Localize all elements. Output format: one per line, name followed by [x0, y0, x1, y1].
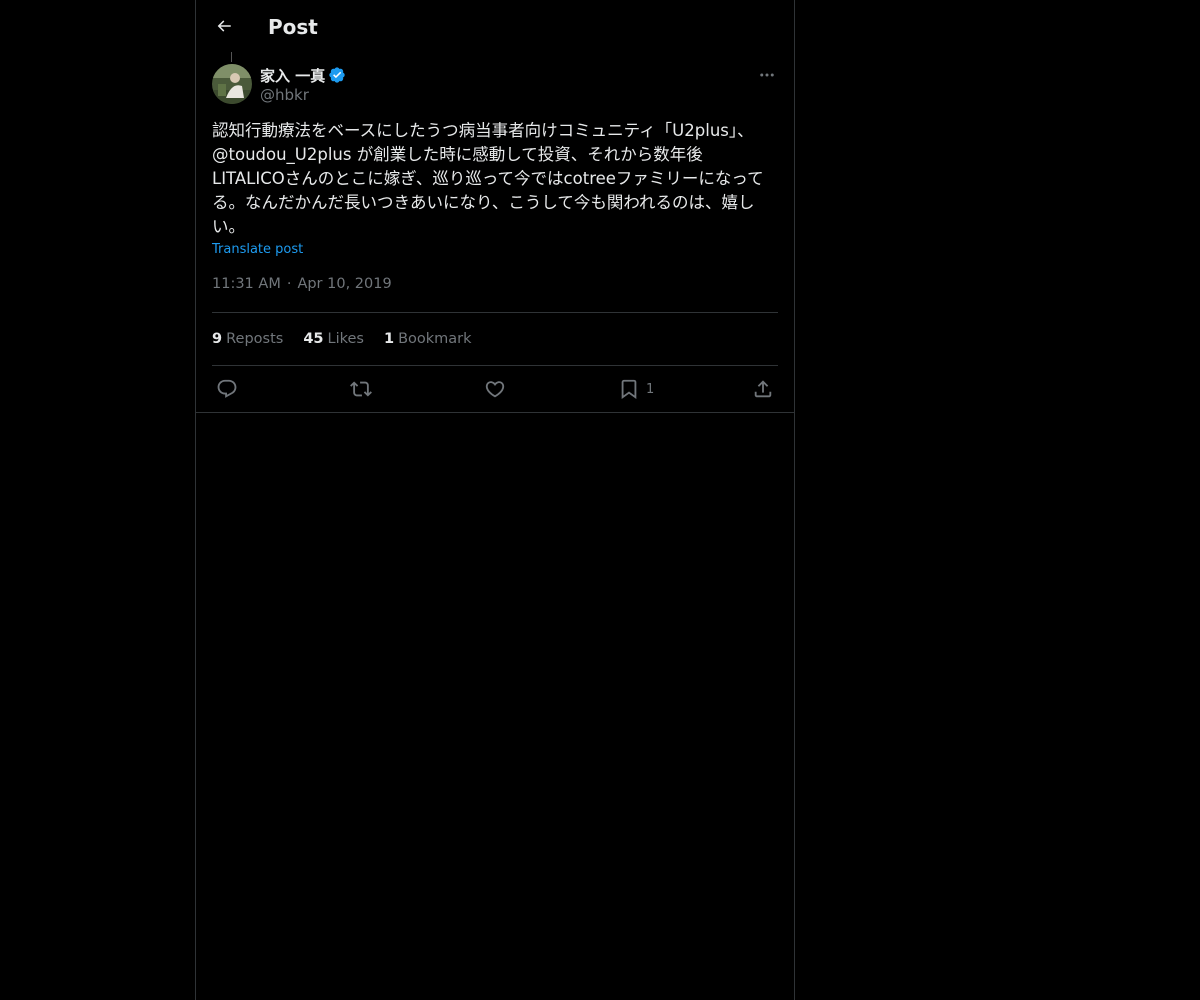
post-timestamp[interactable]: 11:31 AM · Apr 10, 2019 [212, 276, 392, 292]
author-handle[interactable]: @hbkr [260, 86, 309, 104]
thread-connector [231, 52, 232, 62]
reposts-count: 9 [212, 331, 223, 347]
likes-stat[interactable]: 45 Likes [303, 329, 364, 349]
arrow-left-icon [215, 17, 233, 35]
back-button[interactable] [210, 12, 238, 40]
share-icon [752, 378, 774, 400]
post-time: 11:31 AM [212, 276, 281, 292]
page-title: Post [268, 15, 318, 39]
translate-post-link[interactable]: Translate post [212, 242, 303, 257]
post-stats: 9 Reposts 45 Likes 1 Bookmark [212, 329, 492, 349]
divider [196, 412, 794, 413]
reposts-stat[interactable]: 9 Reposts [212, 329, 283, 349]
like-button[interactable] [484, 378, 506, 400]
post-text: 認知行動療法をベースにしたうつ病当事者向けコミュニティ「U2plus」、 @to… [212, 121, 764, 236]
more-horizontal-icon [758, 66, 776, 84]
reply-button[interactable] [216, 378, 238, 400]
bookmark-count: 1 [646, 381, 655, 397]
bookmark-icon [618, 378, 640, 400]
bookmarks-stat[interactable]: 1 Bookmark [384, 329, 472, 349]
bookmark-button[interactable]: 1 [618, 378, 654, 400]
likes-count: 45 [303, 331, 324, 347]
heart-icon [484, 378, 506, 400]
avatar[interactable] [212, 64, 252, 104]
post-date: Apr 10, 2019 [297, 276, 392, 292]
repost-icon [350, 378, 372, 400]
more-options-button[interactable] [756, 64, 778, 86]
repost-button[interactable] [350, 378, 372, 400]
timestamp-separator: · [286, 276, 292, 292]
divider [212, 312, 778, 313]
share-button[interactable] [752, 378, 774, 400]
page-header: Post [196, 0, 794, 54]
reply-icon [216, 378, 238, 400]
author-name-row[interactable]: 家入 一真 [260, 65, 346, 85]
bookmarks-label: Bookmark [398, 331, 472, 347]
author-name[interactable]: 家入 一真 [260, 65, 325, 86]
bookmarks-count: 1 [383, 331, 395, 347]
verified-badge-icon [328, 66, 346, 84]
likes-label: Likes [327, 331, 364, 347]
reposts-label: Reposts [226, 331, 284, 347]
primary-column: Post 家入 一真 @hbkr 認知行動療法をベースにしたうつ病当事者向けコミ… [195, 0, 795, 1000]
action-bar: 1 [196, 366, 794, 412]
